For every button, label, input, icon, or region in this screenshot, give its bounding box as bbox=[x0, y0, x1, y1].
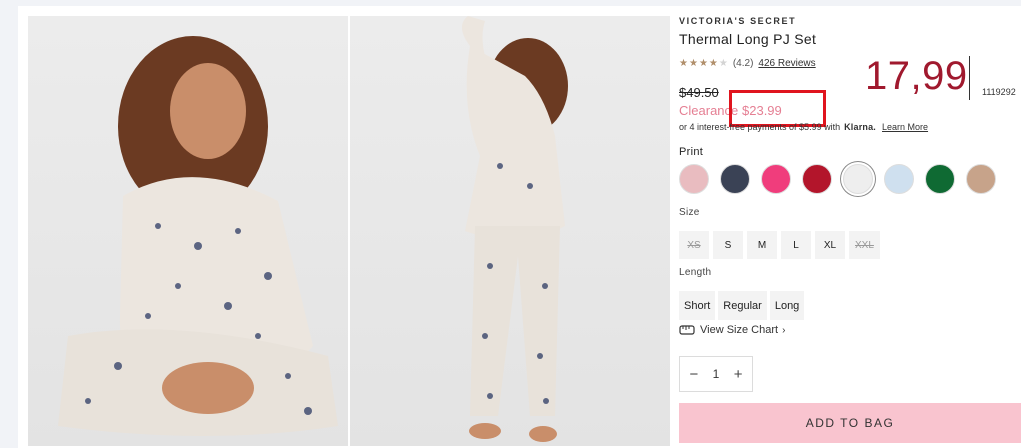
chevron-right-icon: › bbox=[782, 324, 786, 336]
length-option-regular[interactable]: Regular bbox=[718, 291, 767, 320]
swatch-snowflake-white[interactable] bbox=[843, 164, 873, 194]
size-option-xxl[interactable]: XXL bbox=[849, 231, 880, 259]
product-info-panel: VICTORIA'S SECRET Thermal Long PJ Set ★★… bbox=[679, 6, 1021, 448]
product-photo-back[interactable] bbox=[350, 16, 670, 446]
swatch-green-plaid[interactable] bbox=[925, 164, 955, 194]
quantity-value: 1 bbox=[712, 367, 720, 381]
size-option-s[interactable]: S bbox=[713, 231, 743, 259]
length-options: Short Regular Long bbox=[679, 291, 807, 320]
product-title: Thermal Long PJ Set bbox=[679, 31, 817, 47]
size-option-m[interactable]: M bbox=[747, 231, 777, 259]
size-option-l[interactable]: L bbox=[781, 231, 811, 259]
overlay-price: 17,99 bbox=[865, 54, 968, 98]
sku-number: 1119292 bbox=[982, 87, 1016, 97]
brand-name: VICTORIA'S SECRET bbox=[679, 16, 797, 26]
size-option-xl[interactable]: XL bbox=[815, 231, 845, 259]
model-standing-image bbox=[461, 16, 568, 442]
swatch-pink-stripe[interactable] bbox=[679, 164, 709, 194]
length-label: Length bbox=[679, 267, 712, 278]
original-price: $49.50 bbox=[679, 85, 719, 100]
klarna-row: or 4 interest-free payments of $5.99 wit… bbox=[679, 122, 928, 132]
add-to-bag-button[interactable]: ADD TO BAG bbox=[679, 403, 1021, 443]
product-photo-front[interactable] bbox=[28, 16, 348, 446]
swatch-red-plaid[interactable] bbox=[802, 164, 832, 194]
product-card: VICTORIA'S SECRET Thermal Long PJ Set ★★… bbox=[18, 6, 1021, 448]
learn-more-link[interactable]: Learn More bbox=[882, 122, 928, 132]
rating-row: ★★★★★ (4.2) 426 Reviews bbox=[679, 58, 816, 69]
model-sitting-image bbox=[58, 36, 338, 436]
quantity-decrease-button[interactable]: − bbox=[685, 366, 703, 383]
ruler-icon bbox=[679, 325, 695, 335]
swatch-leopard[interactable] bbox=[966, 164, 996, 194]
size-label: Size bbox=[679, 207, 700, 218]
view-size-chart-link[interactable]: View Size Chart › bbox=[679, 324, 785, 336]
size-chart-text: View Size Chart bbox=[700, 324, 779, 336]
print-label: Print bbox=[679, 146, 704, 158]
length-option-long[interactable]: Long bbox=[769, 291, 805, 320]
length-option-short[interactable]: Short bbox=[679, 291, 716, 320]
quantity-stepper: − 1 + bbox=[679, 356, 753, 392]
swatch-navy-floral[interactable] bbox=[720, 164, 750, 194]
size-option-xs[interactable]: XS bbox=[679, 231, 709, 259]
quantity-increase-button[interactable]: + bbox=[729, 366, 747, 383]
size-options: XS S M L XL XXL bbox=[679, 231, 884, 259]
rating-value: (4.2) bbox=[732, 58, 754, 69]
price-divider bbox=[969, 56, 970, 100]
klarna-logo: Klarna. bbox=[844, 122, 877, 132]
klarna-text: or 4 interest-free payments of $5.99 wit… bbox=[679, 122, 841, 132]
swatch-hot-pink[interactable] bbox=[761, 164, 791, 194]
reviews-link[interactable]: 426 Reviews bbox=[758, 58, 815, 69]
star-rating-icon: ★★★★★ bbox=[679, 58, 729, 69]
swatch-light-blue-tiedye[interactable] bbox=[884, 164, 914, 194]
print-swatches bbox=[679, 164, 1007, 194]
